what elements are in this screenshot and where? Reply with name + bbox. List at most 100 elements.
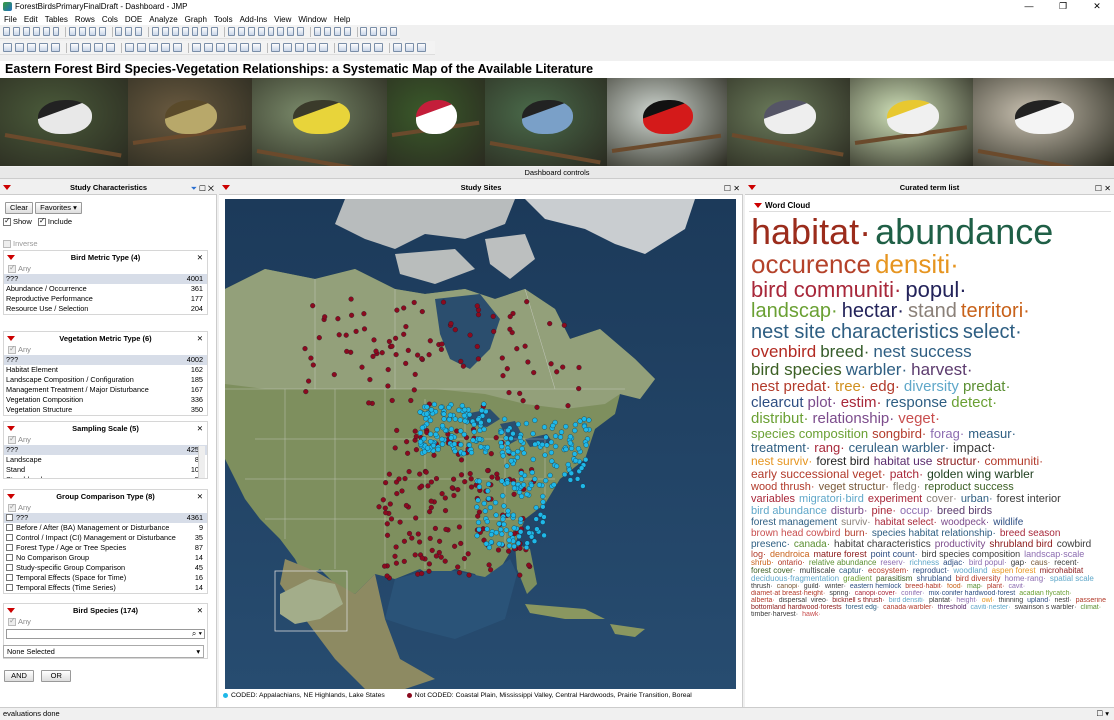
word-cloud-term[interactable]: disturb· [831,505,868,517]
toolbar-button[interactable] [350,43,359,52]
word-cloud-term[interactable]: mature forest [814,550,867,559]
word-cloud-term[interactable]: cowbird [1057,539,1091,550]
disclosure-red-triangle-icon[interactable] [7,426,15,431]
word-cloud-term[interactable]: warbler· [846,361,907,379]
toolbar-button[interactable] [323,27,331,36]
disclosure-red-triangle-icon[interactable] [3,185,11,190]
word-cloud-term[interactable]: breed· [820,343,869,361]
any-option[interactable]: Any [4,434,207,445]
filter-row-checkbox[interactable] [6,554,13,561]
toolbar-button[interactable] [151,27,159,36]
word-cloud-term[interactable]: structur· [936,455,980,468]
word-cloud-term[interactable]: deciduous·fragmentation [751,575,839,583]
word-cloud-term[interactable]: variables [751,493,795,505]
toolbar-button[interactable] [370,27,378,36]
toolbar-button[interactable] [252,43,261,52]
word-cloud-term[interactable]: diversity [904,379,959,395]
toolbar-button[interactable] [240,43,249,52]
word-cloud-term[interactable]: golden wing warbler [927,468,1034,481]
toolbar-button[interactable] [98,27,106,36]
filter-row-checkbox[interactable] [6,564,13,571]
window-layout-icon[interactable]: ☐ ▾ [1096,708,1109,720]
word-cloud-term[interactable]: occurence [751,251,871,278]
word-cloud-term[interactable]: upland· [1027,597,1050,604]
toolbar-button[interactable] [295,43,304,52]
filter-row[interactable]: Reproductive Performance 177 [4,294,207,304]
toolbar-button[interactable] [39,43,48,52]
search-icon[interactable]: ⌕ ▾ [192,629,202,639]
word-cloud-term[interactable]: forest bird [816,455,869,468]
word-cloud-term[interactable]: patch· [890,468,923,481]
word-cloud-term[interactable]: measur· [968,427,1016,441]
word-cloud-term[interactable]: landscap· [751,301,838,322]
toolbar-button[interactable] [51,43,60,52]
bird-species-search-input[interactable]: ⌕ ▾ [6,629,205,639]
word-cloud-term[interactable]: forest edg· [846,604,879,611]
close-button[interactable]: ✕ [1080,0,1114,13]
filter-row[interactable]: Landscape Composition / Configuration 18… [4,375,207,385]
toolbar-button[interactable] [343,27,351,36]
word-cloud-term[interactable]: dendroica [770,550,810,559]
word-cloud-term[interactable]: winter· [825,583,846,590]
word-cloud-term[interactable]: owl· [982,597,995,604]
menu-file[interactable]: File [4,15,17,24]
toolbar-button[interactable] [137,43,146,52]
word-cloud-term[interactable]: occup· [900,505,933,517]
word-cloud-term[interactable]: bird popul· [969,559,1007,567]
word-cloud-term[interactable]: territori· [961,301,1030,322]
word-cloud-term[interactable]: richness [909,559,939,567]
word-cloud-term[interactable]: impact· [953,441,996,455]
filter-row[interactable]: ??? 4001 [4,274,207,284]
filter-row[interactable]: Temporal Effects (Space for Time) 16 [4,573,207,583]
word-cloud-term[interactable]: wildlife [993,517,1023,528]
toolbar-button[interactable] [287,27,295,36]
disclosure-red-triangle-icon[interactable] [7,336,15,341]
filter-row-checkbox[interactable] [6,514,13,521]
filter-row[interactable]: Habitat Element 162 [4,365,207,375]
panel-window-icon[interactable]: ☐ ✕ [724,182,740,196]
filter-row-checkbox[interactable] [6,584,13,591]
toolbar-button[interactable] [181,27,189,36]
word-cloud-term[interactable]: habitat use [874,455,933,468]
toolbar-button[interactable] [271,43,280,52]
word-cloud-term[interactable]: experiment [868,493,922,505]
word-cloud-term[interactable]: bird species [751,361,842,379]
word-cloud-term[interactable]: nestl· [1054,597,1071,604]
menu-view[interactable]: View [274,15,291,24]
menu-rows[interactable]: Rows [75,15,95,24]
toolbar-button[interactable] [389,27,397,36]
word-cloud-term[interactable]: timber·harvest· [751,611,798,618]
toolbar-button[interactable] [192,43,201,52]
word-cloud-term[interactable]: habitat· [751,213,871,251]
toolbar-button[interactable] [94,43,103,52]
filter-row[interactable]: No Comparison Group 14 [4,553,207,563]
disclosure-red-triangle-icon[interactable] [748,185,756,190]
minimize-button[interactable]: — [1012,0,1046,13]
toolbar-button[interactable] [297,27,305,36]
toolbar-button[interactable] [125,43,134,52]
word-cloud-term[interactable]: swainson s warbler· [1015,604,1077,611]
word-cloud-term[interactable]: pine· [872,505,896,517]
word-cloud-term[interactable]: abundance [875,213,1053,251]
word-cloud-term[interactable]: adjac· [943,559,965,567]
remove-filter-icon[interactable]: ✕ [197,332,203,345]
toolbar-button[interactable] [125,27,133,36]
filter-row-checkbox[interactable] [6,534,13,541]
word-cloud-term[interactable]: forest cover· [751,567,795,575]
filter-row-checkbox[interactable] [6,524,13,531]
word-cloud-term[interactable]: spatial scale [1050,575,1094,583]
inverse-checkbox[interactable] [3,240,11,249]
menu-analyze[interactable]: Analyze [149,15,177,24]
and-button[interactable]: AND [4,670,34,682]
toolbar-button[interactable] [149,43,158,52]
filter-row[interactable]: Resource Use / Selection 204 [4,304,207,314]
word-cloud-term[interactable]: nest surviv· [751,455,812,468]
disclosure-red-triangle-icon[interactable] [754,203,762,208]
word-cloud-term[interactable]: densiti· [875,251,959,278]
word-cloud-term[interactable]: tree· [835,379,866,395]
toolbar-button[interactable] [211,27,219,36]
filter-row[interactable]: Forest Type / Age or Tree Species 87 [4,543,207,553]
word-cloud-term[interactable]: select· [963,322,1022,343]
toolbar-button[interactable] [88,27,96,36]
word-cloud-term[interactable]: woodpeck· [941,517,989,528]
